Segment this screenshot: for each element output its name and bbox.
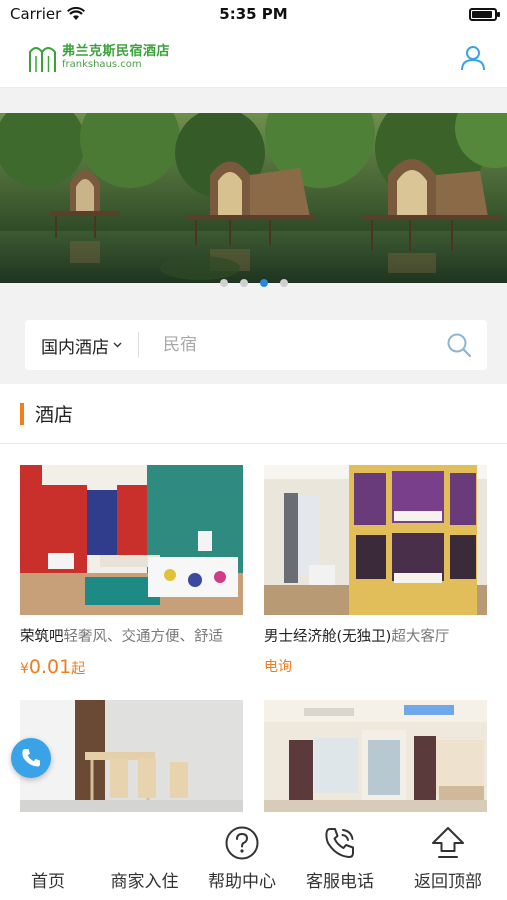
search-icon [447,333,472,358]
pagination-dot[interactable] [219,279,228,287]
hero-banner[interactable] [0,113,507,283]
nav-customer-phone[interactable]: 客服电话 [291,812,389,900]
hotel-thumbnail [20,465,243,615]
hotel-thumbnail [264,465,487,615]
battery-icon [469,7,500,21]
hotel-name: 男士经济舱(无独卫)超大客厅 [264,625,487,646]
logo-chinese-text: 弗兰克斯民宿酒店 [62,43,171,59]
hotel-title: 荣筑吧 [20,629,64,645]
price-suffix: 起 [71,661,86,677]
hotel-title: 男士经济舱(无独卫) [264,629,392,645]
nav-label: 帮助中心 [208,872,276,892]
search-button[interactable] [431,320,487,370]
nav-label: 首页 [31,872,65,892]
house-logo-icon [29,46,56,72]
price-amount: 0.01 [28,656,72,678]
status-bar: Carrier 5:35 PM [0,0,507,28]
currency-symbol: ¥ [20,661,29,677]
user-icon[interactable] [459,44,487,72]
hotel-name: 荣筑吧轻奢风、交通方便、舒适 [20,625,243,646]
nav-label: 客服电话 [306,872,374,892]
pagination-dot[interactable] [239,279,248,287]
brand-logo[interactable]: 弗兰克斯民宿酒店 frankshaus.com [28,42,170,74]
phone-icon [22,749,40,767]
section-title: 酒店 [35,404,74,426]
logo-domain-text: frankshaus.com [62,59,142,71]
hotel-card[interactable]: 男士经济舱(无独卫)超大客厅 电询 [264,465,487,676]
search-input[interactable] [139,335,431,355]
pagination-dot[interactable] [259,279,268,287]
hotel-description: 超大客厅 [391,629,450,645]
hotel-card[interactable]: 荣筑吧轻奢风、交通方便、舒适 ¥0.01起 [20,465,243,678]
up-arrow-icon [432,827,464,858]
hotel-price: 电询 [264,656,487,676]
hotel-thumbnail [264,700,487,812]
price-inquiry: 电询 [264,659,292,675]
help-icon [225,826,259,860]
banner-pagination[interactable] [0,279,507,287]
floating-call-button[interactable] [11,738,51,778]
hotel-thumbnail [20,700,243,812]
category-label: 国内酒店 [41,337,109,358]
nav-merchant-join[interactable]: 商家入住 [96,812,193,900]
phone-call-icon [325,828,354,858]
hotel-category-select[interactable]: 国内酒店 [25,320,138,370]
hotel-card[interactable] [20,700,243,822]
nav-help-center[interactable]: 帮助中心 [193,812,291,900]
hotel-price: ¥0.01起 [20,656,243,678]
chevron-down-icon [113,342,122,348]
nav-label: 返回顶部 [414,872,482,892]
hotel-description: 轻奢风、交通方便、舒适 [63,629,224,645]
wifi-icon [67,7,86,20]
hotel-card[interactable] [264,700,487,822]
lakeside-cabins-image [0,113,507,283]
app-header: 弗兰克斯民宿酒店 frankshaus.com [0,28,507,88]
bottom-navigation: 首页 商家入住 帮助中心 客服电话 返回顶部 [0,812,507,900]
nav-home[interactable]: 首页 [0,812,96,900]
nav-label: 商家入住 [110,872,179,892]
section-accent-bar [20,402,24,425]
search-bar: 国内酒店 [25,320,487,370]
app-screen: Carrier 5:35 PM 弗兰克斯民宿酒店 frankshaus.com [0,0,507,900]
nav-back-to-top[interactable]: 返回顶部 [389,812,507,900]
section-header: 酒店 [0,384,507,444]
pagination-dot[interactable] [279,279,288,287]
carrier-label: Carrier [10,5,62,23]
carrier-info: Carrier [10,5,86,23]
